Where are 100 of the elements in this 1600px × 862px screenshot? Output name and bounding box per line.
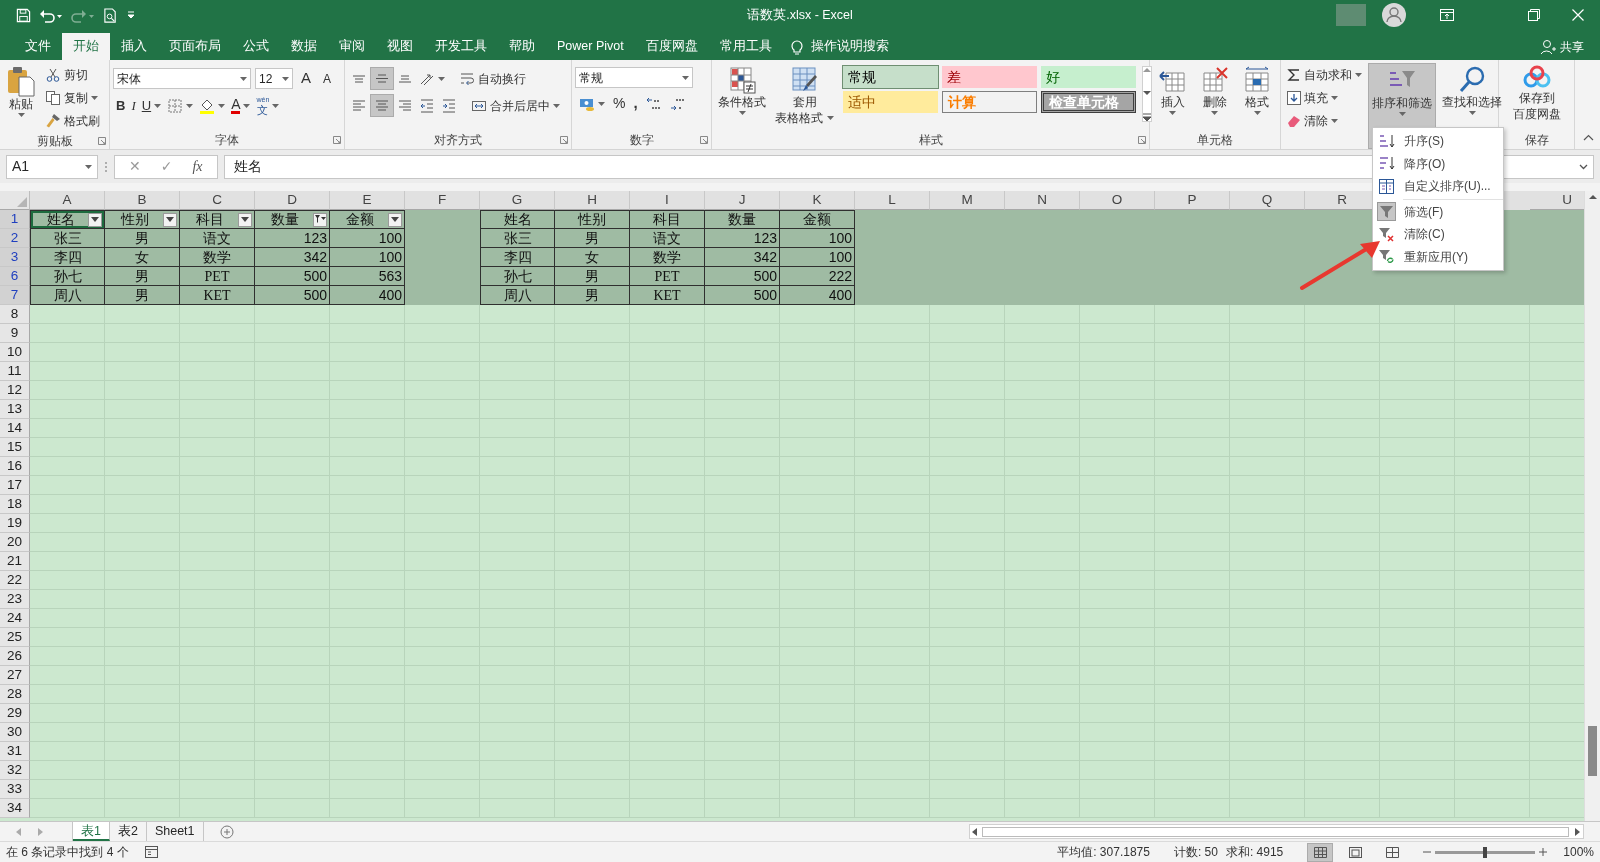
cut-button[interactable]: 剪切 [42, 63, 103, 86]
column-header[interactable]: G [480, 191, 555, 210]
insert-function-button[interactable]: fx [182, 156, 213, 177]
cell-style[interactable]: 适中 [843, 91, 938, 113]
cell-style[interactable]: 常规 [843, 66, 938, 88]
zoom-level[interactable]: 100% [1563, 843, 1594, 861]
filter-button[interactable] [313, 212, 327, 227]
row-header[interactable]: 6 [0, 267, 30, 286]
row-header[interactable]: 34 [0, 799, 30, 818]
align-middle-button[interactable] [370, 67, 394, 90]
menu-item[interactable]: 降序(O) [1373, 152, 1503, 175]
number-format-dropdown[interactable]: 常规 [575, 67, 693, 88]
column-header[interactable]: Q [1230, 191, 1305, 210]
row-header[interactable]: 9 [0, 324, 30, 343]
scroll-left-icon[interactable] [972, 827, 978, 836]
row-header[interactable]: 29 [0, 704, 30, 723]
autosum-button[interactable]: 自动求和 [1284, 63, 1365, 86]
italic-button[interactable]: I [128, 94, 139, 117]
restore-icon[interactable] [1528, 9, 1540, 21]
collapse-ribbon-icon[interactable] [1583, 134, 1594, 141]
row-header[interactable]: 7 [0, 286, 30, 305]
horizontal-scrollbar[interactable] [969, 824, 1584, 839]
row-header[interactable]: 27 [0, 666, 30, 685]
page-break-view-icon[interactable] [1386, 846, 1400, 858]
row-header[interactable]: 16 [0, 457, 30, 476]
tell-me-search[interactable]: 操作说明搜索 [810, 33, 900, 60]
column-header[interactable]: O [1080, 191, 1155, 210]
copy-button[interactable]: 复制 [42, 86, 103, 109]
print-preview-icon[interactable] [103, 7, 118, 23]
more-styles-icon[interactable] [1143, 113, 1151, 121]
comma-button[interactable]: , [629, 92, 642, 115]
row-header[interactable]: 32 [0, 761, 30, 780]
insert-button[interactable]: 插入 [1154, 63, 1191, 131]
delete-button[interactable]: 删除 [1197, 63, 1233, 131]
row-header[interactable]: 28 [0, 685, 30, 704]
column-header[interactable]: M [930, 191, 1005, 210]
row-header[interactable]: 31 [0, 742, 30, 761]
cell-style[interactable]: 好 [1041, 66, 1136, 88]
add-sheet-icon[interactable] [219, 824, 234, 839]
format-button[interactable]: 格式 [1239, 63, 1276, 131]
share-button[interactable]: 共享 [1540, 33, 1584, 60]
redo-icon[interactable] [71, 7, 95, 23]
ribbon-tab[interactable]: Power Pivot [546, 33, 635, 60]
column-header[interactable]: E [330, 191, 405, 210]
percent-button[interactable]: % [609, 92, 630, 115]
dialog-launcher-icon[interactable] [333, 136, 341, 144]
page-layout-view-icon[interactable] [1349, 846, 1363, 858]
zoom-out-icon[interactable] [1423, 848, 1432, 856]
font-color-button[interactable]: A [228, 94, 254, 117]
ribbon-tab[interactable]: 视图 [376, 33, 424, 60]
row-header[interactable]: 14 [0, 419, 30, 438]
vertical-scrollbar[interactable] [1584, 191, 1600, 821]
row-header[interactable]: 20 [0, 533, 30, 552]
row-header[interactable]: 10 [0, 343, 30, 362]
ribbon-tab[interactable]: 数据 [280, 33, 328, 60]
column-header[interactable]: N [1005, 191, 1080, 210]
ribbon-tab[interactable]: 帮助 [498, 33, 546, 60]
ribbon-tab[interactable]: 百度网盘 [634, 33, 709, 60]
column-header[interactable]: P [1155, 191, 1230, 210]
filter-button[interactable] [388, 212, 402, 227]
column-header[interactable]: I [630, 191, 705, 210]
normal-view-button[interactable] [1307, 842, 1334, 862]
conditional-format-button[interactable]: 条件格式 [715, 63, 769, 131]
macro-record-icon[interactable] [144, 846, 158, 858]
row-header[interactable]: 33 [0, 780, 30, 799]
column-header[interactable]: L [855, 191, 930, 210]
cell-style[interactable]: 差 [942, 66, 1037, 88]
font-name-dropdown[interactable]: 宋体 [113, 68, 251, 89]
font-size-dropdown[interactable]: 12 [255, 68, 293, 89]
scroll-thumb[interactable] [982, 826, 1569, 837]
menu-item[interactable]: 清除(C) [1373, 223, 1503, 246]
row-header[interactable]: 30 [0, 723, 30, 742]
column-header[interactable]: F [405, 191, 480, 210]
format-as-table-button[interactable]: 套用 表格格式 [772, 63, 837, 131]
dialog-launcher-icon[interactable] [1138, 136, 1146, 144]
paste-button[interactable]: 粘贴 [3, 63, 39, 132]
wrap-text-button[interactable]: 自动换行 [456, 67, 529, 90]
bold-button[interactable]: B [113, 94, 129, 117]
save-to-cloud-button[interactable]: 保存到 百度网盘 [1509, 63, 1564, 131]
column-header[interactable]: K [780, 191, 855, 210]
filter-button[interactable] [163, 212, 177, 227]
column-header[interactable]: C [180, 191, 255, 210]
grow-font-button[interactable]: A [297, 67, 315, 90]
save-icon[interactable] [16, 7, 31, 23]
menu-item[interactable]: 重新应用(Y) [1373, 245, 1503, 268]
ribbon-tab[interactable]: 公式 [232, 33, 280, 60]
zoom-slider-thumb[interactable] [1483, 846, 1488, 858]
row-header[interactable]: 24 [0, 609, 30, 628]
underline-button[interactable]: U [138, 94, 165, 117]
scroll-down-icon[interactable] [1143, 90, 1151, 96]
column-header[interactable]: D [255, 191, 330, 210]
scroll-right-icon[interactable] [1575, 827, 1581, 836]
filter-button[interactable] [88, 212, 102, 227]
column-header[interactable]: B [105, 191, 180, 210]
row-header[interactable]: 12 [0, 381, 30, 400]
row-header[interactable]: 1 [0, 210, 30, 229]
fill-button[interactable]: 填充 [1284, 86, 1365, 109]
dialog-launcher-icon[interactable] [560, 136, 568, 144]
row-header[interactable]: 17 [0, 476, 30, 495]
scroll-up-icon[interactable] [1143, 67, 1151, 73]
